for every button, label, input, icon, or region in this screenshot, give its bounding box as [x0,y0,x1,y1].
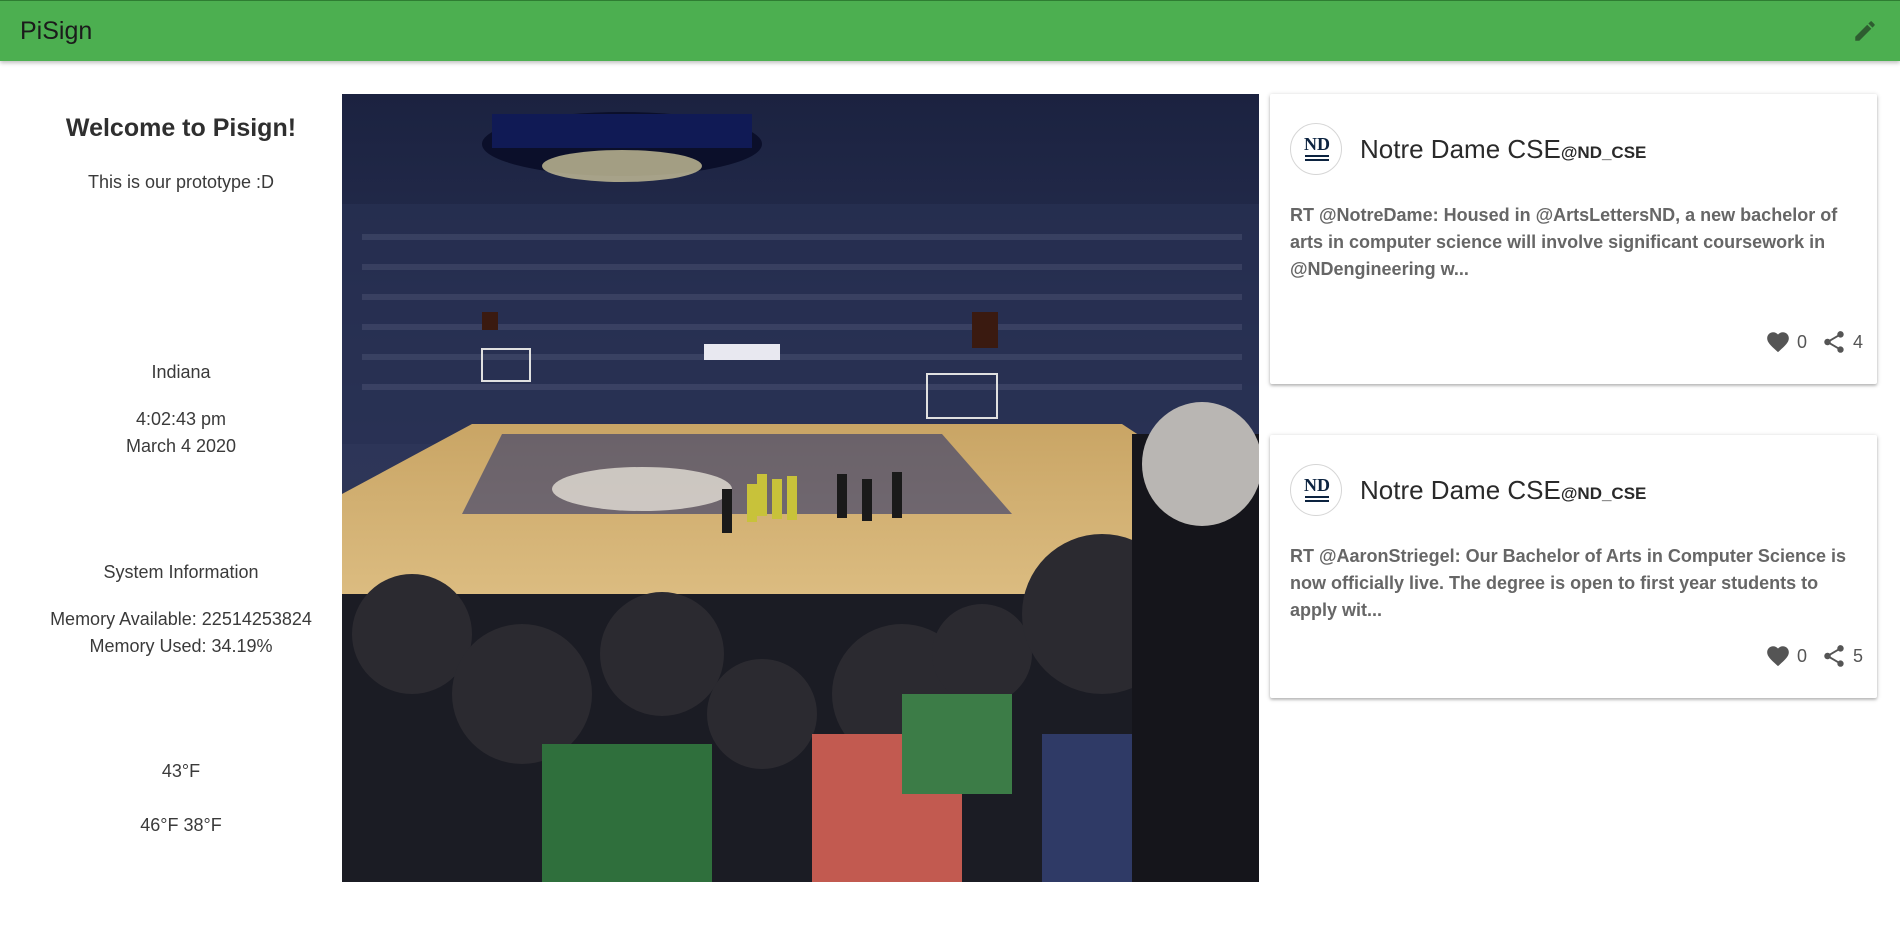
location-label: Indiana [151,362,211,382]
app-bar: PiSign [0,0,1900,61]
heart-icon [1767,646,1789,667]
clock-date: March 4 2020 [125,436,237,456]
pencil-icon [1855,21,1875,41]
tweet-text: RT @AaronStriegel: Our Bachelor of Arts … [1290,546,1846,620]
share-icon [1824,331,1844,353]
share-button[interactable]: 5 [1821,643,1863,669]
author-name: Notre Dame CSE [1360,475,1561,505]
edit-button[interactable] [1850,16,1880,46]
tweet-card: ND Notre Dame CSE@ND_CSE RT @NotreDame: … [1270,94,1877,384]
tweet-actions: 0 5 [1765,643,1863,669]
memory-available: Memory Available: 22514253824 [50,609,312,629]
tweet-card: ND Notre Dame CSE@ND_CSE RT @AaronStrieg… [1270,435,1877,698]
memory-used: Memory Used: 34.19% [89,636,273,656]
welcome-subtitle: This is our prototype :D [87,172,275,192]
arena-photo-image [342,94,1259,882]
author-handle: @ND_CSE [1560,484,1647,503]
like-button[interactable]: 0 [1765,643,1807,669]
current-temperature: 43°F [161,761,201,781]
avatar: ND [1290,464,1342,516]
slideshow-photo [342,94,1259,882]
avatar: ND [1290,123,1342,175]
tweet-author[interactable]: Notre Dame CSE@ND_CSE [1360,475,1646,506]
info-sidebar: Welcome to Pisign! This is our prototype… [0,94,362,884]
share-icon [1824,645,1844,667]
like-count: 0 [1796,645,1807,666]
like-count: 0 [1796,331,1807,352]
app-title: PiSign [20,16,93,45]
author-name: Notre Dame CSE [1360,134,1561,164]
share-count: 4 [1852,331,1863,352]
svg-text:ND: ND [1304,134,1330,154]
welcome-heading: Welcome to Pisign! [65,114,297,142]
clock-time: 4:02:43 pm [135,409,227,429]
tweet-text: RT @NotreDame: Housed in @ArtsLettersND,… [1290,205,1838,279]
temperature-high-low: 46°F 38°F [140,815,222,835]
share-button[interactable]: 4 [1821,329,1863,355]
tweet-actions: 0 4 [1765,329,1863,355]
like-button[interactable]: 0 [1765,329,1807,355]
author-handle: @ND_CSE [1560,143,1647,162]
heart-icon [1767,332,1789,353]
system-info-heading: System Information [103,562,259,582]
tweet-author[interactable]: Notre Dame CSE@ND_CSE [1360,134,1646,165]
share-count: 5 [1852,645,1863,666]
nd-logo-icon: ND [1304,475,1330,502]
svg-text:ND: ND [1304,475,1330,495]
nd-logo-icon: ND [1304,134,1330,161]
